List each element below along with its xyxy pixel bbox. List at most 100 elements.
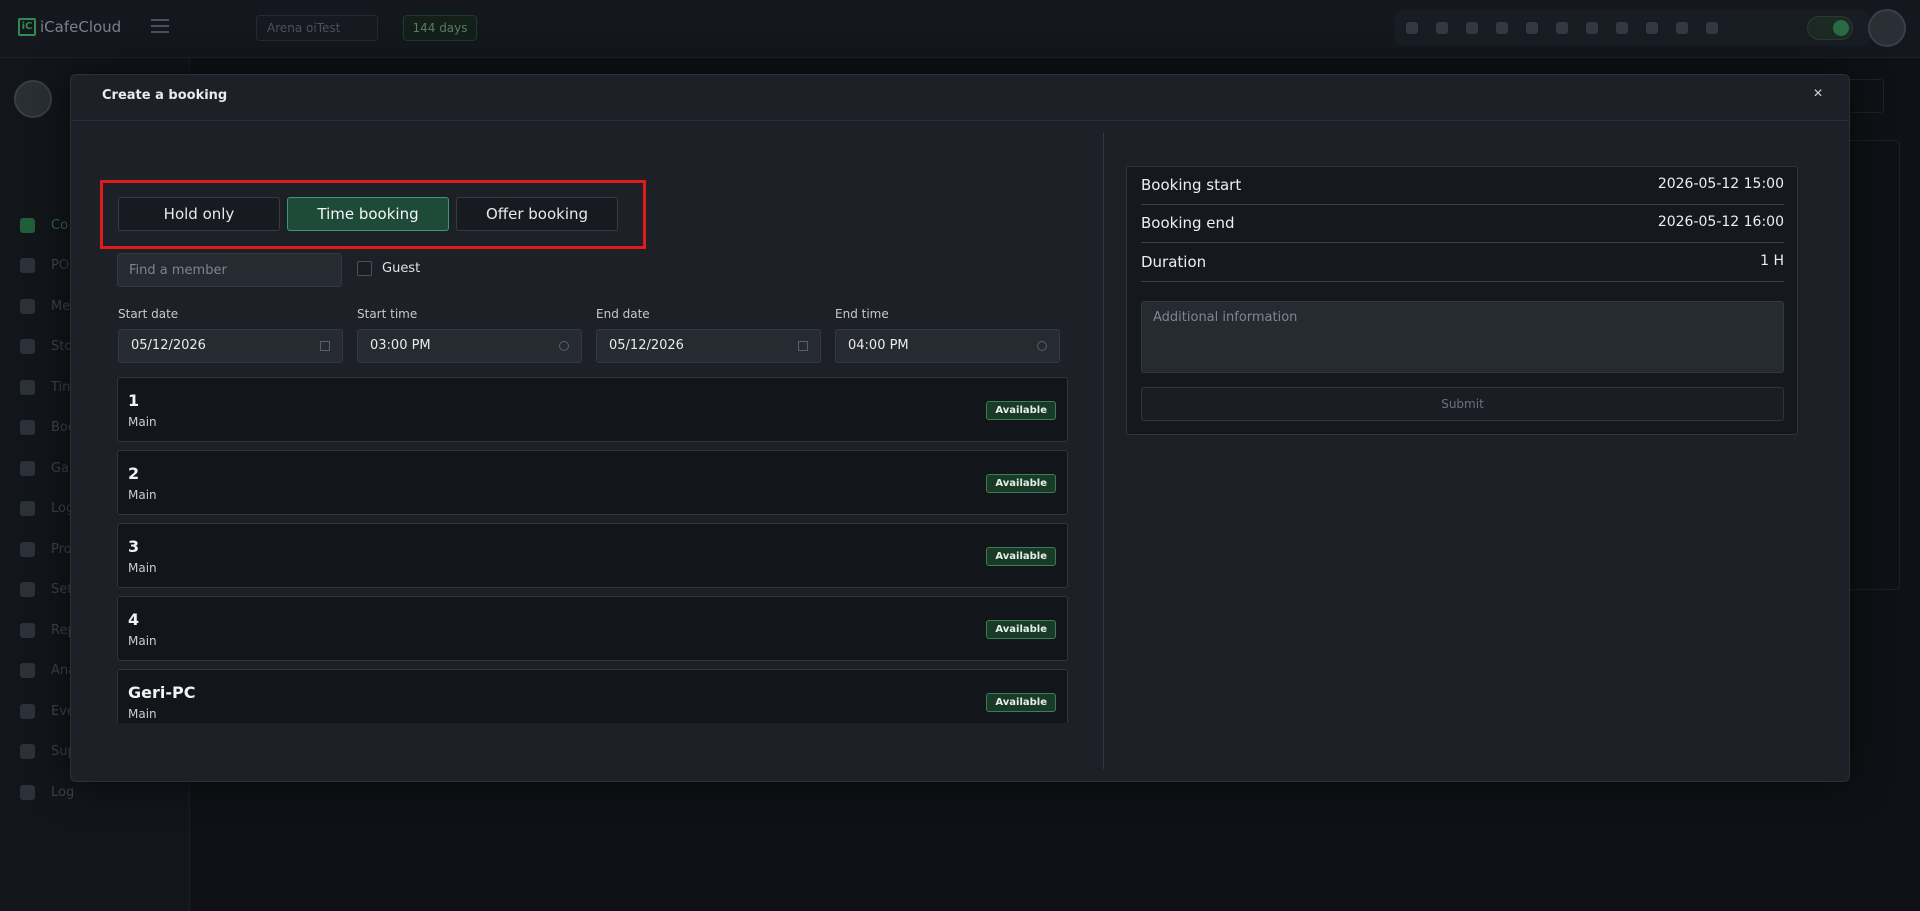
facebook-icon[interactable] xyxy=(1526,22,1538,34)
duration-label: Duration xyxy=(1141,253,1207,271)
pc-name: 4 xyxy=(128,610,140,629)
leaderboard-icon[interactable] xyxy=(1406,22,1418,34)
pc-name: 1 xyxy=(128,391,140,410)
booking-start-value: 2026-05-12 15:00 xyxy=(1657,176,1784,192)
booking-start-row: Booking start 2026-05-12 15:00 xyxy=(1141,167,1784,205)
find-member-input[interactable] xyxy=(117,253,342,287)
status-badge: Available xyxy=(986,401,1056,420)
sidebar-item[interactable]: Log xyxy=(20,772,76,813)
sidebar-item[interactable]: PO xyxy=(20,246,76,287)
booking-start-label: Booking start xyxy=(1141,176,1242,194)
members-icon xyxy=(20,298,35,314)
sidebar-item[interactable]: Eve xyxy=(20,691,76,732)
modal-header: Create a booking × xyxy=(71,75,1849,121)
timer-icon xyxy=(20,379,35,395)
phone-icon xyxy=(20,744,35,760)
pc-card[interactable]: 4 Main Available xyxy=(117,596,1068,661)
sidebar-item[interactable]: Ga xyxy=(20,448,76,489)
booking-end-label: Booking end xyxy=(1141,214,1235,232)
sidebar-item[interactable]: Set xyxy=(20,570,76,611)
logout-icon xyxy=(20,784,35,800)
hamburger-menu-icon[interactable] xyxy=(151,19,169,33)
status-badge: Available xyxy=(986,474,1056,493)
start-time-value: 03:00 PM xyxy=(370,338,431,353)
sidebar-item[interactable]: Log xyxy=(20,489,76,530)
start-time-field[interactable]: 03:00 PM xyxy=(357,329,582,363)
top-bar: iC iCafeCloud Arena oiTest 144 days xyxy=(0,0,1920,58)
end-date-field[interactable]: 05/12/2026 xyxy=(596,329,821,363)
calendar-icon[interactable] xyxy=(320,341,330,351)
end-date-label: End date xyxy=(596,307,650,321)
pc-group: Main xyxy=(128,561,157,575)
time-booking-button[interactable]: Time booking xyxy=(287,197,449,231)
sidebar-item[interactable]: Rep xyxy=(20,610,76,651)
tag-icon xyxy=(20,541,35,557)
sidebar-item[interactable]: Ana xyxy=(20,651,76,692)
sidebar-item-label: Log xyxy=(51,784,75,800)
brand-icon[interactable] xyxy=(1616,22,1628,34)
mail-icon[interactable] xyxy=(1676,22,1688,34)
modal-title: Create a booking xyxy=(102,88,228,103)
calendar-icon[interactable] xyxy=(798,341,808,351)
trophy-icon[interactable] xyxy=(1436,22,1448,34)
arena-select[interactable]: Arena oiTest xyxy=(256,15,378,41)
create-booking-modal: Create a booking × Hold only Time bookin… xyxy=(70,74,1850,782)
pc-group: Main xyxy=(128,415,157,429)
app-logo[interactable]: iC iCafeCloud xyxy=(18,18,121,36)
start-date-label: Start date xyxy=(118,307,179,321)
pc-group: Main xyxy=(128,488,157,502)
start-time-label: Start time xyxy=(357,307,418,321)
top-icon-bar xyxy=(1394,10,1870,46)
chart-line-icon xyxy=(20,622,35,638)
monitor-icon xyxy=(20,217,35,233)
sidebar-avatar[interactable] xyxy=(14,80,52,118)
close-button[interactable]: × xyxy=(1807,83,1829,105)
eye-icon[interactable] xyxy=(1646,22,1658,34)
start-date-value: 05/12/2026 xyxy=(131,338,206,353)
chat-icon[interactable] xyxy=(1706,22,1718,34)
pc-card[interactable]: 3 Main Available xyxy=(117,523,1068,588)
sidebar-item[interactable]: Tin xyxy=(20,367,76,408)
youtube-icon[interactable] xyxy=(1556,22,1568,34)
booking-end-row: Booking end 2026-05-12 16:00 xyxy=(1141,205,1784,243)
pos-icon xyxy=(20,258,35,274)
rss-icon[interactable] xyxy=(1496,22,1508,34)
app-name: iCafeCloud xyxy=(40,18,122,36)
start-date-field[interactable]: 05/12/2026 xyxy=(118,329,343,363)
additional-info-textarea[interactable] xyxy=(1141,301,1784,373)
sidebar-item[interactable]: Boo xyxy=(20,408,76,449)
sidebar-item[interactable]: Sto xyxy=(20,327,76,368)
globe-icon[interactable] xyxy=(1586,22,1598,34)
gamepad-icon xyxy=(20,460,35,476)
guest-checkbox[interactable] xyxy=(357,261,372,276)
sidebar-item-label: Me xyxy=(51,298,71,314)
clock-icon[interactable] xyxy=(559,341,569,351)
sidebar-item[interactable]: Pro xyxy=(20,529,76,570)
clock-icon[interactable] xyxy=(1037,341,1047,351)
duration-row: Duration 1 H xyxy=(1141,244,1784,282)
sidebar-item-label: Tin xyxy=(51,379,71,395)
pc-list: 1 Main Available 2 Main Available 3 Main… xyxy=(117,377,1068,723)
pc-card[interactable]: Geri-PC Main Available xyxy=(117,669,1068,723)
end-time-field[interactable]: 04:00 PM xyxy=(835,329,1060,363)
end-date-value: 05/12/2026 xyxy=(609,338,684,353)
sidebar-item-label: Pro xyxy=(51,541,72,557)
crown-icon xyxy=(20,703,35,719)
sidebar-item[interactable]: Me xyxy=(20,286,76,327)
offer-booking-button[interactable]: Offer booking xyxy=(456,197,618,231)
submit-button[interactable]: Submit xyxy=(1141,387,1784,421)
guest-label: Guest xyxy=(382,261,421,276)
sidebar-item[interactable]: Sup xyxy=(20,732,76,773)
sidebar-item-label: Co xyxy=(51,217,69,233)
sidebar-item[interactable]: Co xyxy=(20,205,76,246)
users-icon[interactable] xyxy=(1466,22,1478,34)
user-avatar[interactable] xyxy=(1868,9,1906,47)
pc-card[interactable]: 2 Main Available xyxy=(117,450,1068,515)
pc-name: 3 xyxy=(128,537,140,556)
hold-only-button[interactable]: Hold only xyxy=(118,197,280,231)
status-badge: Available xyxy=(986,620,1056,639)
pc-card[interactable]: 1 Main Available xyxy=(117,377,1068,442)
windows-icon xyxy=(20,420,35,436)
pc-group: Main xyxy=(128,634,157,648)
theme-toggle[interactable] xyxy=(1807,16,1853,40)
